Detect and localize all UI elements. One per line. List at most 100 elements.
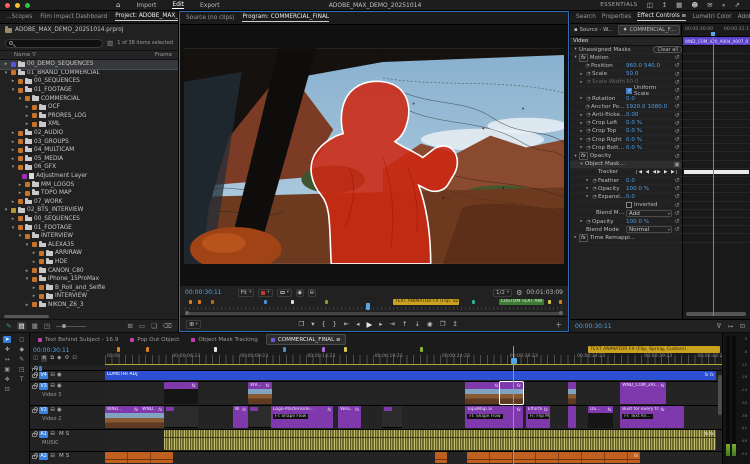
timeline-clip[interactable]: fx [467, 452, 640, 463]
lift-icon[interactable]: ↑ [402, 320, 407, 328]
timeline-clip[interactable] [567, 382, 577, 404]
keyframe-lane[interactable] [682, 217, 750, 226]
rate-stretch-tool[interactable]: ↔ [5, 356, 10, 363]
timeline-clip[interactable] [435, 452, 448, 463]
twirl-icon[interactable]: ▸ [10, 139, 16, 145]
twirl-icon[interactable]: ▾ [24, 276, 30, 282]
property-value[interactable]: 0.0 % [626, 120, 642, 126]
lock-icon[interactable] [32, 407, 38, 413]
keyframe-lane[interactable] [682, 136, 750, 144]
keyframe-lane[interactable] [682, 185, 750, 193]
twirl-icon[interactable]: ▸ [31, 293, 37, 299]
hand-tool[interactable]: ❖ [5, 376, 10, 383]
tree-item[interactable]: Adjustment Layer [0, 172, 178, 181]
keyframe-lane[interactable] [682, 152, 750, 160]
stopwatch-icon[interactable]: ◔ [591, 178, 598, 184]
keyframe-lane[interactable] [682, 144, 750, 152]
track-badge[interactable]: A1 [39, 431, 49, 438]
mark-in-icon[interactable]: { [321, 320, 325, 328]
twirl-icon[interactable]: ▸ [584, 178, 591, 183]
effect-property-row[interactable]: ▸ ◔ Expansion 0.0 ↺ [570, 193, 750, 202]
sequence-marker[interactable] [117, 347, 121, 352]
effect-property-row[interactable]: ▾ Object Mask (01) [570, 160, 750, 169]
keyframe-lane[interactable] [682, 201, 750, 209]
tree-item[interactable]: ▸ 00_DEMO_SEQUENCES [0, 60, 178, 70]
reset-icon[interactable]: ↺ [672, 185, 682, 192]
checkbox[interactable] [626, 87, 632, 94]
mute-button[interactable]: M [59, 431, 64, 438]
tree-item[interactable]: ▾ ALEXA35 [0, 240, 178, 249]
timeline-clip[interactable] [567, 406, 577, 428]
filter-icon[interactable]: ∇ [717, 323, 721, 330]
sequence-marker[interactable] [213, 347, 217, 352]
twirl-icon[interactable]: ▸ [10, 147, 16, 153]
twirl-icon[interactable]: ▸ [578, 96, 585, 101]
panel-tab[interactable]: Search [576, 14, 596, 20]
go-to-in-icon[interactable]: ⇤ [344, 320, 349, 328]
extensions-icon[interactable]: ▦ [676, 1, 682, 9]
tree-item[interactable]: ▸ XML [0, 120, 178, 129]
ec-timecode[interactable]: 00:00:30:11 [575, 323, 612, 330]
linked-selection-icon[interactable]: ⧉ [50, 355, 54, 362]
reset-icon[interactable]: ↺ [672, 112, 682, 119]
edit-pencil-icon[interactable]: ✎ [6, 322, 11, 330]
effect-property-row[interactable]: Tracker |◀ ◀ ◀▶ ▶ ▶| [570, 168, 750, 177]
sort-icon[interactable]: ∇ [32, 52, 36, 58]
sequence-marker[interactable] [198, 300, 202, 304]
twirl-icon[interactable]: ▾ [24, 242, 30, 248]
reset-icon[interactable]: ↺ [672, 103, 682, 110]
step-forward-icon[interactable]: ▸ [379, 320, 382, 328]
quick-export-icon[interactable]: ↥ [452, 320, 457, 328]
ec-clip-tab[interactable]: ♦ COMMERCIAL_F... [617, 25, 681, 35]
ec-source-tab[interactable]: ▪ Source - W... [570, 24, 617, 36]
marker-color-dropdown[interactable]: ▾ [258, 288, 273, 297]
track-lane-a1[interactable]: fx fx [105, 430, 722, 452]
keyframe-lane[interactable] [682, 127, 750, 136]
reset-icon[interactable]: ↺ [672, 120, 682, 127]
timeline-clip[interactable] [666, 406, 684, 428]
solo-button[interactable]: S [66, 431, 70, 438]
program-monitor-tab[interactable]: Program: COMMERCIAL_FINAL [242, 14, 330, 22]
timeline-clip[interactable]: WND_COM_2RI... fx [620, 382, 667, 404]
panel-tab[interactable]: Project: ADOBE_MAX_DEMO_20251014 [115, 13, 178, 21]
effect-property-row[interactable]: Inverted ↺ [570, 201, 750, 210]
timeline-clip[interactable]: fx fx [163, 430, 716, 450]
stopwatch-icon[interactable]: ◔ [585, 120, 592, 126]
keyframe-lane[interactable] [682, 86, 750, 95]
button-editor-icon[interactable]: ⊕ ▾ [186, 319, 201, 329]
list-view-icon[interactable]: ▤ [17, 322, 26, 330]
track-insert-icon[interactable]: ⊟ [50, 453, 55, 460]
twirl-icon[interactable]: ▾ [10, 225, 16, 231]
lock-icon[interactable] [32, 383, 38, 389]
stopwatch-icon[interactable]: ◔ [585, 96, 592, 102]
twirl-icon[interactable]: ▸ [572, 235, 579, 240]
fullscreen-icon[interactable]: ⇗ [735, 1, 740, 9]
effect-property-row[interactable]: Uniform Scale ↺ [570, 85, 750, 97]
twirl-icon[interactable]: ▸ [584, 194, 591, 199]
effect-property-row[interactable]: ▾ fx Motion ↺ [570, 53, 750, 63]
reset-icon[interactable]: ↺ [672, 87, 682, 94]
column-name[interactable]: Name [14, 52, 30, 58]
tree-item[interactable]: ▾ 01_FOOTAGE [0, 223, 178, 232]
sequence-tab[interactable]: Text Behind Subject - 16.9 [34, 334, 122, 345]
track-header[interactable]: V2 ⊟ ◉ Video 2 [30, 406, 105, 430]
new-search-bin-icon[interactable]: ▭ [139, 322, 145, 330]
panel-tab[interactable]: Lumetri Color [692, 14, 731, 20]
timeline-clip[interactable]: fx [499, 381, 524, 405]
sequence-tab[interactable]: Object Mask Tracking [187, 334, 261, 345]
monitor-playhead[interactable] [366, 303, 371, 310]
twirl-icon[interactable]: ▾ [3, 207, 9, 213]
snap-icon[interactable]: ∩ [41, 355, 48, 362]
tree-item[interactable]: ▸ 02_AUDIO [0, 129, 178, 138]
titlebar-menu-item[interactable]: Export [200, 2, 220, 9]
tree-item[interactable]: ▾ INTERVIEW [0, 232, 178, 241]
stopwatch-icon[interactable]: ◔ [585, 128, 592, 134]
twirl-icon[interactable]: ▸ [578, 129, 585, 134]
timeline-clip[interactable] [105, 452, 174, 463]
timeline-clip[interactable] [382, 406, 403, 428]
blend-mode-dropdown[interactable]: Add [626, 209, 672, 217]
tree-item[interactable]: ▸ 04_MULTICAM [0, 146, 178, 155]
timeline-clip[interactable]: LUMETRI ADJ fx fx [105, 371, 716, 380]
track-header[interactable]: A2 ⊟ M S [30, 452, 105, 464]
reset-icon[interactable]: ↺ [672, 202, 682, 209]
